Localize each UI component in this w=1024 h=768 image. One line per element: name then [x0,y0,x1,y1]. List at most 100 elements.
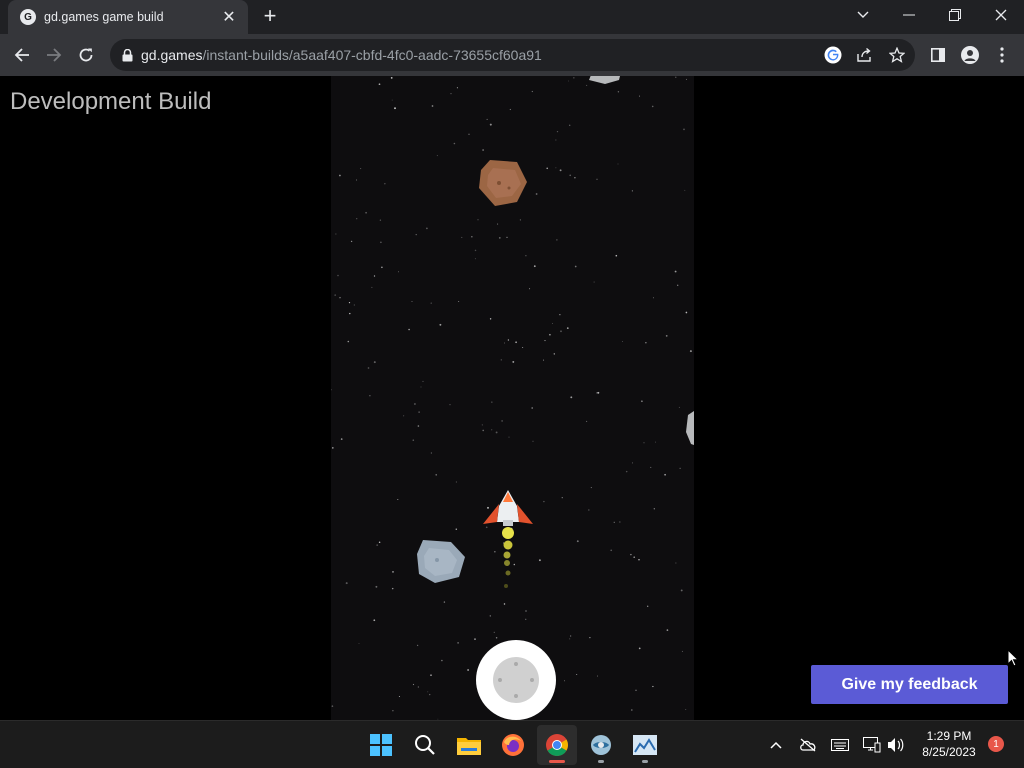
grey-asteroid [686,411,694,445]
star [416,644,419,647]
star [430,302,432,304]
grey-asteroid [589,76,620,84]
star [456,87,458,89]
star [435,474,437,476]
star [647,605,649,607]
star [685,311,688,314]
star [630,553,632,556]
star [506,236,508,239]
chart-app-icon[interactable] [625,725,665,765]
reload-button[interactable] [72,41,100,69]
restore-button[interactable] [932,0,978,30]
chevron-up-icon[interactable] [766,735,786,755]
star [365,211,367,214]
star [394,107,396,110]
profile-icon[interactable] [956,41,984,69]
star [430,452,432,454]
star [391,587,394,590]
star [576,540,579,543]
system-clock[interactable]: 1:29 PM 8/25/2023 [916,728,982,760]
give-feedback-button[interactable]: Give my feedback [811,665,1008,704]
star [525,255,527,257]
star [635,689,637,691]
side-panel-icon[interactable] [924,41,952,69]
star [494,551,496,553]
brown-asteroid [479,160,527,206]
tab-search-icon[interactable] [840,0,886,30]
star [513,563,516,566]
star [653,508,655,510]
virtual-joystick[interactable] [476,640,556,720]
star [561,497,563,499]
star [507,339,510,341]
menu-icon[interactable] [988,41,1016,69]
star [683,128,685,131]
clock-time: 1:29 PM [926,729,972,743]
address-bar[interactable]: gd.games/instant-builds/a5aaf407-cbfd-4f… [110,39,915,71]
star [415,233,417,236]
clock-date: 8/25/2023 [922,745,976,759]
star [555,139,557,141]
file-explorer-icon[interactable] [449,725,489,765]
star [546,167,549,170]
browser-tab[interactable]: G gd.games game build ✕ [8,0,248,34]
close-tab-icon[interactable]: ✕ [220,8,238,26]
game-canvas[interactable] [331,76,694,720]
lock-icon[interactable] [122,48,133,62]
star [380,241,382,244]
star [373,361,376,364]
share-icon[interactable] [855,45,875,65]
star [417,425,420,427]
star [431,105,434,107]
network-icon[interactable] [862,735,882,755]
back-button[interactable] [8,41,36,69]
star [641,400,643,403]
star [525,618,527,620]
star [586,84,588,86]
star [643,442,645,444]
star [655,441,657,443]
star [586,420,588,422]
star [339,174,341,177]
cloud-offline-icon[interactable] [798,735,818,755]
star [353,304,355,306]
star [449,404,451,406]
star [566,327,569,329]
star [485,526,488,529]
new-tab-button[interactable]: + [258,5,282,28]
star [625,470,628,473]
forward-button[interactable] [40,41,68,69]
star [559,314,561,316]
star [501,420,503,422]
star [684,189,686,191]
star [503,603,506,605]
bookmark-star-icon[interactable] [887,45,907,65]
star [680,589,683,592]
star [621,340,623,342]
firefox-icon[interactable] [493,725,533,765]
windows-start-icon[interactable] [361,725,401,765]
star [345,582,348,585]
notification-badge[interactable]: 1 [988,736,1004,752]
star [379,219,382,221]
google-icon[interactable] [823,45,843,65]
joystick-knob[interactable] [493,657,539,703]
star [685,708,687,711]
star [398,695,400,698]
close-window-button[interactable] [978,0,1024,30]
star [638,95,640,97]
star [443,601,446,603]
app-icon[interactable] [581,725,621,765]
volume-icon[interactable] [886,735,906,755]
star [350,240,353,243]
star [652,297,655,299]
spaceship[interactable] [483,490,533,526]
keyboard-icon[interactable] [830,735,850,755]
star [477,219,479,221]
minimize-button[interactable] [886,0,932,30]
star [543,500,545,503]
star [441,659,443,662]
star [651,105,654,108]
search-icon[interactable] [405,725,445,765]
chrome-icon[interactable] [537,725,577,765]
